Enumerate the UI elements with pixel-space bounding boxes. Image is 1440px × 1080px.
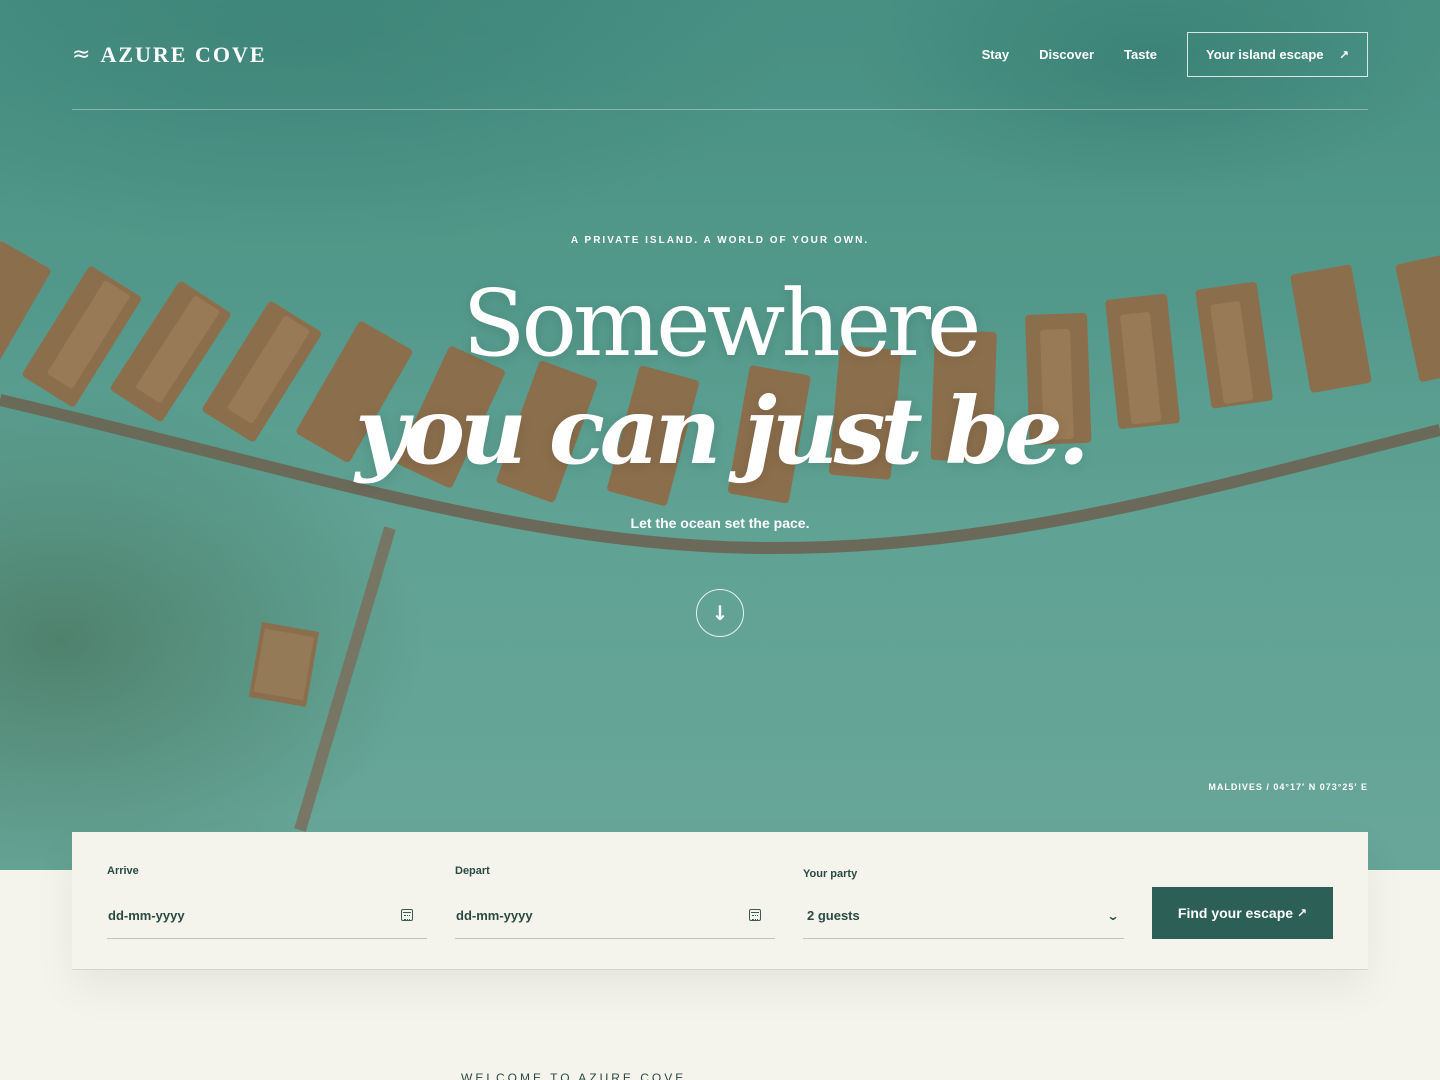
chevron-down-icon: ⌄ [1106, 908, 1120, 923]
hero-tagline: Let the ocean set the pace. [630, 515, 810, 531]
hero-eyebrow: A PRIVATE ISLAND. A WORLD OF YOUR OWN. [570, 235, 870, 246]
scroll-down-button[interactable]: ↓ [696, 589, 744, 637]
location-coordinates: MALDIVES / 04°17′ N 073°25′ E [1208, 782, 1368, 792]
island-escape-button[interactable]: Your island escape ↗ [1187, 32, 1368, 77]
nav-link-stay[interactable]: Stay [982, 47, 1009, 62]
hero-headline-line1: Somewhere [462, 270, 982, 377]
hero-section: ≈ AZURE COVE Stay Discover Taste Your is… [0, 0, 1440, 870]
party-select[interactable]: 2 guests ⌄ [803, 893, 1124, 939]
island-escape-label: Your island escape [1206, 47, 1324, 62]
depart-date-value: dd-mm-yyyy [456, 907, 533, 923]
nav-link-taste[interactable]: Taste [1124, 47, 1157, 62]
hero-headline-line2: you can just be. [355, 377, 1090, 485]
nav-link-discover[interactable]: Discover [1039, 47, 1094, 62]
top-navigation: ≈ AZURE COVE Stay Discover Taste Your is… [72, 32, 1368, 110]
party-field: Your party 2 guests ⌄ [803, 832, 1124, 970]
booking-bar: Arrive dd-mm-yyyy Depart dd-mm-yyyy Your… [72, 832, 1368, 970]
find-escape-label: Find your escape [1177, 905, 1294, 921]
brand-logo[interactable]: ≈ AZURE COVE [72, 42, 267, 68]
arrow-up-right-icon: ↗ [1338, 47, 1349, 62]
party-select-value: 2 guests [807, 908, 860, 923]
arrive-date-value: dd-mm-yyyy [108, 907, 185, 923]
depart-label: Depart [455, 865, 490, 877]
arrow-down-icon: ↓ [711, 601, 729, 625]
calendar-icon[interactable] [749, 909, 761, 921]
brand-name: AZURE COVE [100, 42, 267, 67]
find-escape-button[interactable]: Find your escape ↗ [1152, 887, 1333, 939]
arrive-field: Arrive dd-mm-yyyy [107, 832, 427, 970]
depart-date-input[interactable]: dd-mm-yyyy [455, 892, 775, 939]
arrow-up-right-icon: ↗ [1297, 906, 1308, 920]
party-label: Your party [803, 868, 858, 880]
depart-field: Depart dd-mm-yyyy [455, 832, 775, 970]
arrive-label: Arrive [107, 865, 139, 877]
wave-icon: ≈ [72, 42, 91, 67]
main-nav: Stay Discover Taste Your island escape ↗ [982, 32, 1368, 77]
arrive-date-input[interactable]: dd-mm-yyyy [107, 892, 427, 939]
calendar-icon[interactable] [401, 909, 413, 921]
welcome-eyebrow: WELCOME TO AZURE COVE [461, 1071, 687, 1080]
